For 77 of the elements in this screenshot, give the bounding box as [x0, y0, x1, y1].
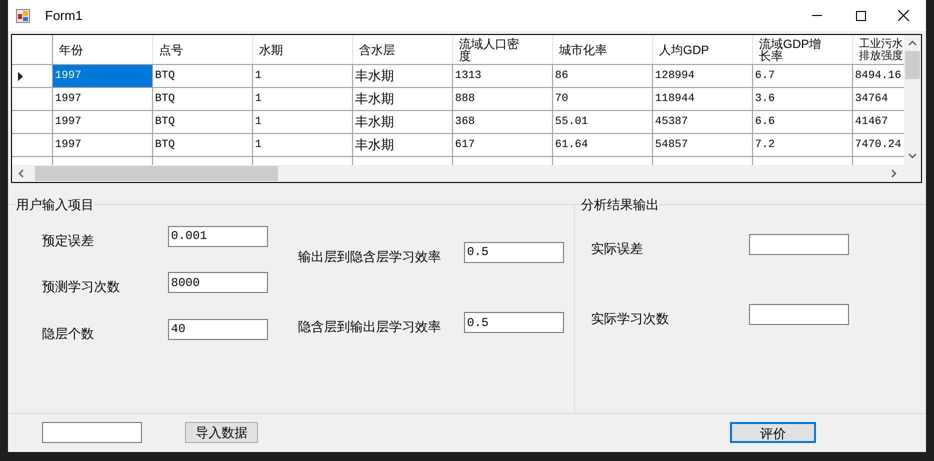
table-cell[interactable]: 1: [253, 134, 353, 157]
table-cell[interactable]: 1997: [53, 88, 153, 111]
table-cell[interactable]: 34764: [853, 88, 904, 111]
column-header[interactable]: 人均GDP: [659, 44, 723, 56]
row-header[interactable]: [12, 65, 53, 88]
column-header[interactable]: 流域GDP增长率: [759, 38, 823, 62]
table-cell[interactable]: 41467: [853, 111, 904, 134]
table-cell[interactable]: 617: [453, 134, 553, 157]
field-label: 预定误差: [42, 232, 95, 250]
minimize-icon: [812, 15, 822, 16]
text-input[interactable]: [42, 422, 142, 444]
maximize-icon: [856, 10, 866, 20]
close-icon: [898, 10, 908, 21]
text-input[interactable]: 8000: [168, 272, 268, 293]
table-cell[interactable]: 1997: [53, 111, 153, 134]
field-label: 隐层个数: [42, 324, 95, 342]
table-cell[interactable]: 丰水期: [353, 111, 453, 134]
text-input[interactable]: 40: [168, 318, 268, 340]
table-cell[interactable]: 1997: [53, 65, 153, 88]
table-cell[interactable]: 7470.24: [853, 134, 904, 157]
table-cell[interactable]: 丰水期: [353, 65, 453, 88]
table-cell[interactable]: 1313: [453, 65, 553, 88]
scroll-up-icon[interactable]: [908, 40, 917, 46]
table-cell[interactable]: 3.6: [753, 88, 853, 111]
table-cell[interactable]: 888: [453, 88, 553, 111]
text-input[interactable]: [749, 234, 849, 254]
table-cell[interactable]: 丰水期: [353, 88, 453, 111]
field-label: 实际学习次数: [591, 310, 670, 328]
field-label: 预测学习次数: [42, 278, 121, 296]
table-cell[interactable]: 8494.16: [853, 65, 904, 88]
table-cell[interactable]: 86: [553, 65, 653, 88]
text-input[interactable]: 0.5: [464, 242, 564, 262]
column-header[interactable]: 水期: [259, 44, 323, 56]
table-cell[interactable]: 1: [253, 65, 353, 88]
action-button[interactable]: 导入数据: [185, 422, 258, 444]
table-cell[interactable]: 128994: [653, 65, 753, 88]
table-cell[interactable]: BTQ: [153, 65, 253, 88]
scroll-thumb[interactable]: [35, 166, 278, 181]
table-cell[interactable]: BTQ: [153, 88, 253, 111]
table-cell[interactable]: 368: [453, 111, 553, 134]
scroll-down-icon[interactable]: [908, 153, 917, 159]
scroll-right-icon[interactable]: [891, 169, 897, 178]
table-cell[interactable]: 丰水期: [353, 134, 453, 157]
group-title: 用户输入项目: [16, 196, 94, 214]
table-cell[interactable]: 54857: [653, 134, 753, 157]
table-cell[interactable]: 7.2: [753, 134, 853, 157]
group-title: 分析结果输出: [581, 196, 659, 214]
field-label: 输出层到隐含层学习效率: [298, 248, 442, 266]
table-cell[interactable]: 6.7: [753, 65, 853, 88]
field-label: 隐含层到输出层学习效率: [298, 318, 442, 336]
column-header[interactable]: 城市化率: [559, 44, 623, 56]
table-cell[interactable]: 70: [553, 88, 653, 111]
column-header[interactable]: 点号: [159, 44, 223, 56]
table-cell[interactable]: 6.6: [753, 111, 853, 134]
field-label: 实际误差: [591, 240, 644, 258]
text-input[interactable]: [749, 304, 849, 325]
table-cell[interactable]: BTQ: [153, 111, 253, 134]
scroll-left-icon[interactable]: [18, 169, 24, 178]
table-cell[interactable]: 61.64: [553, 134, 653, 157]
current-row-icon: [18, 72, 23, 80]
table-cell[interactable]: BTQ: [153, 134, 253, 157]
column-header[interactable]: 年份: [59, 44, 123, 56]
table-cell[interactable]: 45387: [653, 111, 753, 134]
text-input[interactable]: 0.001: [168, 226, 268, 246]
text-input[interactable]: 0.5: [464, 312, 564, 333]
app-icon: [16, 8, 30, 22]
table-cell[interactable]: 118944: [653, 88, 753, 111]
table-cell[interactable]: 1: [253, 111, 353, 134]
column-header[interactable]: 工业污水排放强度: [859, 38, 904, 62]
column-header[interactable]: 含水层: [359, 44, 423, 56]
table-cell[interactable]: 1: [253, 88, 353, 111]
table-cell[interactable]: 55.01: [553, 111, 653, 134]
column-header[interactable]: 流域人口密度: [459, 38, 523, 62]
table-cell[interactable]: 1997: [53, 134, 153, 157]
action-button[interactable]: 评价: [730, 422, 816, 444]
scroll-thumb[interactable]: [905, 51, 920, 79]
window-title: Form1: [45, 6, 83, 25]
